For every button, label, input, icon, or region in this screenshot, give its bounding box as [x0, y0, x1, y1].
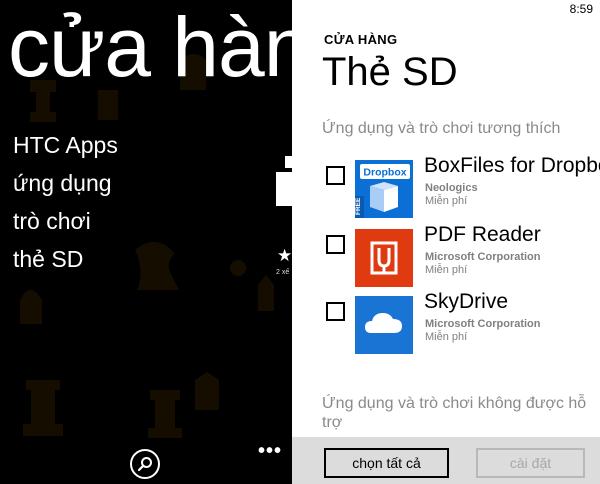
app-publisher: Neologics: [425, 182, 478, 194]
search-icon: [137, 457, 152, 472]
dropbox-tile-graphic: Dropbox FREE: [355, 160, 413, 218]
more-options-icon[interactable]: •••: [258, 440, 282, 463]
app-name: PDF Reader: [424, 223, 541, 246]
list-item-pdf-reader[interactable]: PDF Reader Microsoft Corporation Miễn ph…: [322, 223, 600, 293]
app-price: Miễn phí: [425, 331, 468, 343]
hub-item-sd-card[interactable]: thẻ SD: [13, 240, 118, 278]
compatible-apps-header: Ứng dụng và trò chơi tương thích: [322, 120, 561, 137]
hub-item-games[interactable]: trò chơi: [13, 202, 118, 240]
cloud-icon: [355, 296, 413, 354]
list-item-boxfiles[interactable]: Dropbox FREE BoxFiles for Dropbox Neolog…: [322, 154, 600, 224]
app-bar: chọn tất cả cài đặt: [292, 437, 600, 484]
store-hub: cửa hàng HTC Apps ứng dụng trò chơi thẻ …: [0, 0, 292, 484]
select-all-button[interactable]: chọn tất cả: [324, 448, 449, 478]
app-name: BoxFiles for Dropbox: [424, 154, 600, 177]
free-badge: FREE: [355, 197, 362, 215]
select-checkbox[interactable]: [326, 166, 345, 185]
sd-card-dialog: 8:59 CỬA HÀNG Thẻ SD Ứng dụng và trò chơ…: [292, 0, 600, 484]
dropbox-box-icon: Dropbox FREE: [355, 160, 413, 218]
app-price: Miễn phí: [425, 195, 468, 207]
pdf-tile-graphic: [355, 229, 413, 287]
peek-rating-text: 2 xế: [276, 269, 290, 276]
hub-title: cửa hàng: [8, 0, 292, 94]
app-publisher: Microsoft Corporation: [425, 318, 541, 330]
app-price: Miễn phí: [425, 264, 468, 276]
hub-item-htc-apps[interactable]: HTC Apps: [13, 126, 118, 164]
install-button: cài đặt: [476, 448, 585, 478]
hub-item-apps[interactable]: ứng dụng: [13, 164, 118, 202]
unsupported-apps-header: Ứng dụng và trò chơi không được hỗ trợ: [322, 395, 587, 431]
select-checkbox[interactable]: [326, 302, 345, 321]
peek-tile-edge-small: [285, 156, 292, 168]
list-item-skydrive[interactable]: SkyDrive Microsoft Corporation Miễn phí: [322, 290, 600, 360]
pdf-reader-icon: [355, 229, 413, 287]
star-icon: ★: [277, 246, 292, 266]
page-title: Thẻ SD: [322, 50, 458, 94]
tile-text: Dropbox: [363, 167, 406, 179]
search-button[interactable]: [130, 449, 160, 479]
app-publisher: Microsoft Corporation: [425, 251, 541, 263]
app-name: SkyDrive: [424, 290, 509, 313]
select-checkbox[interactable]: [326, 235, 345, 254]
status-clock: 8:59: [569, 2, 593, 16]
hub-menu: HTC Apps ứng dụng trò chơi thẻ SD: [13, 126, 118, 278]
peek-tile-edge[interactable]: [276, 172, 292, 206]
section-label: CỬA HÀNG: [324, 32, 398, 47]
skydrive-tile-graphic: [355, 296, 413, 354]
